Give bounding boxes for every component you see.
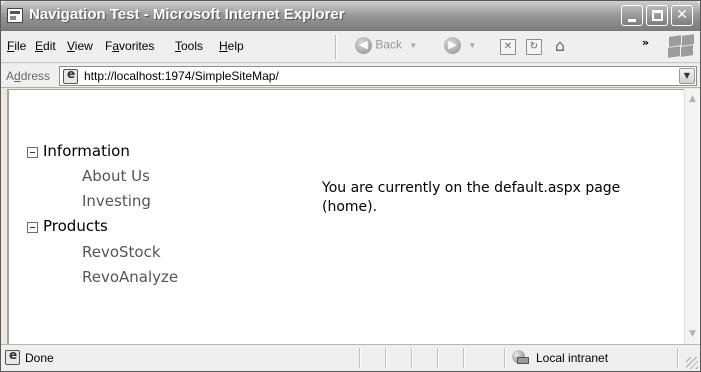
status-text: Done xyxy=(25,351,54,365)
windows-logo-icon xyxy=(664,34,696,60)
scroll-up-icon[interactable]: ▲ xyxy=(685,91,700,107)
address-label-first: A xyxy=(6,69,15,83)
tree-leaf-about-us[interactable]: About Us xyxy=(82,167,150,185)
minimize-button[interactable] xyxy=(621,5,643,26)
address-url[interactable]: http://localhost:1974/SimpleSiteMap/ xyxy=(84,69,279,83)
address-input[interactable]: http://localhost:1974/SimpleSiteMap/ ▼ xyxy=(59,66,697,86)
forward-button[interactable]: ▶ ▼ xyxy=(444,37,476,57)
status-divider xyxy=(504,348,506,368)
toolbar-separator xyxy=(335,35,337,59)
home-icon[interactable]: ⌂ xyxy=(552,38,568,55)
address-bar: Address http://localhost:1974/SimpleSite… xyxy=(1,64,700,88)
address-dropdown-icon[interactable]: ▼ xyxy=(679,68,695,84)
menu-edit[interactable]: Edit xyxy=(35,39,56,53)
back-button[interactable]: ◀ Back ▼ xyxy=(355,37,417,57)
local-intranet-icon xyxy=(512,350,530,365)
menu-view-label: iew xyxy=(74,39,93,53)
toolbar-more-icon[interactable]: » xyxy=(642,36,649,49)
status-divider xyxy=(677,348,679,368)
menu-edit-accelerator: E xyxy=(35,39,44,53)
forward-dropdown-icon[interactable]: ▼ xyxy=(468,41,476,50)
menu-file-label: ile xyxy=(14,39,27,53)
maximize-icon xyxy=(652,10,663,21)
menu-bar: File Edit View Favorites Tools Help ◀ Ba… xyxy=(1,31,700,63)
scroll-down-icon[interactable]: ▼ xyxy=(685,326,700,342)
forward-arrow-icon: ▶ xyxy=(444,37,461,54)
page-message: You are currently on the default.aspx pa… xyxy=(322,180,621,215)
resize-grip-icon[interactable] xyxy=(686,357,698,369)
status-divider xyxy=(385,348,387,368)
back-arrow-icon: ◀ xyxy=(355,37,372,54)
menu-help-accelerator: H xyxy=(219,39,228,53)
menu-view-accelerator: V xyxy=(67,39,75,53)
menu-help[interactable]: Help xyxy=(219,39,244,53)
status-divider xyxy=(463,348,465,368)
menu-tools-label: ools xyxy=(181,39,204,53)
address-label: Address xyxy=(6,69,50,83)
status-divider xyxy=(411,348,413,368)
title-bar[interactable]: Navigation Test - Microsoft Internet Exp… xyxy=(1,1,700,31)
menu-favorites-label: vorites xyxy=(119,39,155,53)
status-divider xyxy=(359,348,361,368)
window-title: Navigation Test - Microsoft Internet Exp… xyxy=(29,6,345,23)
status-page-icon xyxy=(5,348,20,365)
menu-file[interactable]: File xyxy=(7,39,26,53)
browser-window: Navigation Test - Microsoft Internet Exp… xyxy=(0,0,701,372)
security-zone-label: Local intranet xyxy=(536,351,609,365)
tree-node-label[interactable]: Information xyxy=(43,142,130,160)
minimize-icon xyxy=(628,19,636,22)
collapse-icon[interactable] xyxy=(27,147,38,158)
menu-tools[interactable]: Tools xyxy=(175,39,203,53)
collapse-icon[interactable] xyxy=(27,222,38,233)
vertical-scrollbar[interactable]: ▲ ▼ xyxy=(684,89,700,344)
tree-leaf-revoanalyze[interactable]: RevoAnalyze xyxy=(82,268,178,286)
tree-leaf-investing[interactable]: Investing xyxy=(82,192,151,210)
ie-window-icon[interactable] xyxy=(7,8,23,23)
tree-node-label[interactable]: Products xyxy=(43,217,108,235)
menu-favorites[interactable]: Favorites xyxy=(105,39,154,53)
back-dropdown-icon[interactable]: ▼ xyxy=(409,41,417,50)
menu-help-label: elp xyxy=(227,39,244,53)
stop-icon[interactable]: ✕ xyxy=(500,39,516,55)
network-shape xyxy=(517,357,529,364)
page-icon xyxy=(63,67,78,84)
address-label-accelerator: d xyxy=(14,69,21,83)
page-content: Information About Us Investing Products … xyxy=(7,89,684,344)
address-label-rest: dress xyxy=(20,69,51,83)
refresh-icon[interactable]: ↻ xyxy=(526,39,542,55)
maximize-button[interactable] xyxy=(646,5,668,26)
status-divider xyxy=(437,348,439,368)
menu-edit-label: dit xyxy=(43,39,56,53)
menu-view[interactable]: View xyxy=(67,39,93,53)
tree-leaf-revostock[interactable]: RevoStock xyxy=(82,243,161,261)
back-button-label: Back xyxy=(375,37,403,52)
status-bar: Done Local intranet xyxy=(1,344,700,371)
close-button[interactable]: ✕ xyxy=(671,5,693,26)
